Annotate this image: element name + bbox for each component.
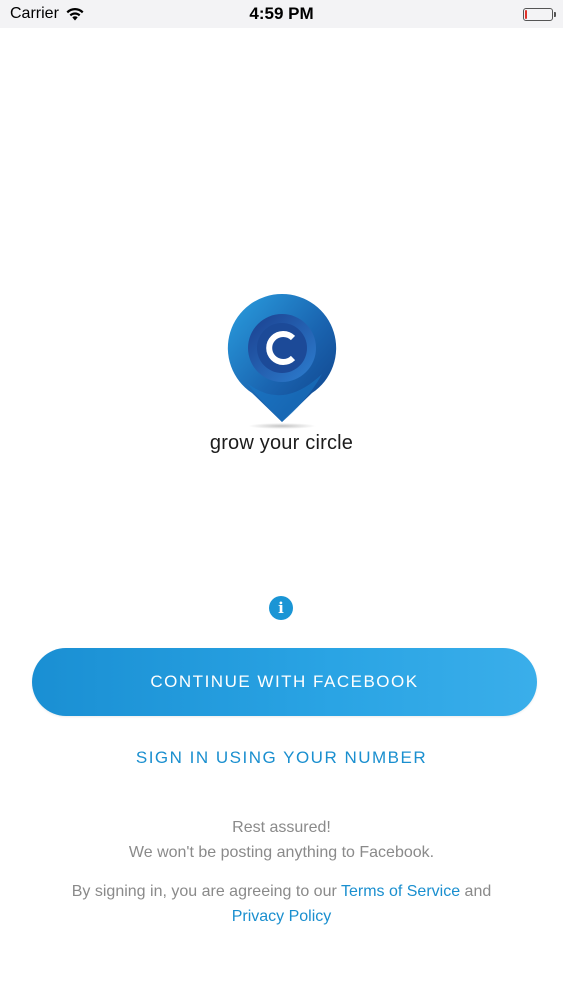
reassurance-line-2: We won't be posting anything to Facebook… bbox=[128, 844, 435, 861]
info-icon[interactable]: i bbox=[269, 596, 293, 620]
carrier-label: Carrier bbox=[10, 5, 59, 22]
legal-prefix: By signing in, you are agreeing to our bbox=[71, 883, 341, 900]
status-bar: Carrier 4:59 PM bbox=[0, 0, 563, 28]
continue-with-facebook-button[interactable]: CONTINUE WITH FACEBOOK bbox=[32, 648, 537, 716]
brand-tagline: grow your circle bbox=[209, 432, 354, 454]
reassurance-text: Rest assured! We won't be posting anythi… bbox=[0, 815, 563, 865]
legal-joiner: and bbox=[460, 883, 492, 900]
legal-text: By signing in, you are agreeing to our T… bbox=[0, 879, 563, 929]
terms-of-service-link[interactable]: Terms of Service bbox=[341, 883, 460, 900]
location-pin-logo-icon bbox=[227, 293, 336, 429]
battery-icon bbox=[523, 7, 556, 21]
status-left: Carrier bbox=[10, 5, 85, 23]
reassurance-line-1: Rest assured! bbox=[232, 819, 331, 836]
privacy-policy-link[interactable]: Privacy Policy bbox=[232, 908, 332, 925]
sign-in-with-number-link[interactable]: SIGN IN USING YOUR NUMBER bbox=[0, 748, 563, 768]
battery-fill bbox=[525, 9, 527, 19]
brand-logo-block: grow your circle bbox=[0, 290, 563, 455]
wifi-icon bbox=[66, 7, 84, 21]
legal-line-1: By signing in, you are agreeing to our T… bbox=[0, 879, 563, 904]
legal-line-2: Privacy Policy bbox=[0, 904, 563, 929]
